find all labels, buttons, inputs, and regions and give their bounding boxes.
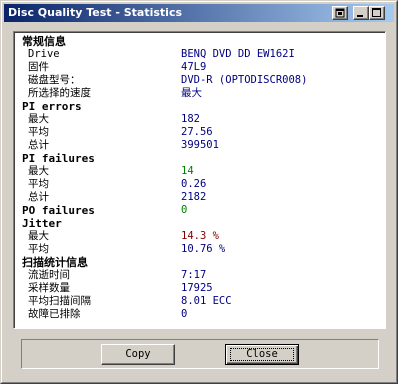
disc-type-label: 磁盘型号： <box>28 74 81 86</box>
pi-failures-total-label: 总计 <box>28 191 49 203</box>
pi-failures-avg-value: 0.26 <box>181 178 207 190</box>
minimize-button[interactable] <box>353 6 369 20</box>
jitter-max-value: 14.3 % <box>181 230 219 242</box>
elapsed-time-label: 流逝时间 <box>28 269 70 281</box>
scan-interval-value: 8.01 ECC <box>181 295 232 307</box>
pi-errors-total-value: 399501 <box>181 139 219 151</box>
faults-cleared-value: 0 <box>181 308 188 320</box>
jitter-avg-value: 10.76 % <box>181 243 226 255</box>
speed-label: 所选择的速度 <box>28 87 91 99</box>
section-general-header: 常规信息 <box>22 35 66 48</box>
section-pi-failures-header: PI failures <box>22 152 95 165</box>
pi-failures-avg-label: 平均 <box>28 178 49 190</box>
title-bar[interactable]: Disc Quality Test - Statistics <box>4 4 394 22</box>
firmware-label: 固件 <box>28 61 49 73</box>
close-button-label: Close <box>246 348 278 360</box>
statistics-panel: 常规信息 Drive BENQ DVD DD EW162I 固件 47L9 磁盘… <box>13 31 386 329</box>
disc-type-value: DVD-R (OPTODISCR008) <box>181 74 308 86</box>
pi-failures-max-label: 最大 <box>28 165 49 177</box>
firmware-value: 47L9 <box>181 61 207 73</box>
jitter-avg-label: 平均 <box>28 243 49 255</box>
close-dialog-button[interactable]: Close <box>225 344 299 365</box>
pi-errors-avg-label: 平均 <box>28 126 49 138</box>
copy-button[interactable]: Copy <box>101 344 175 365</box>
pi-errors-total-label: 总计 <box>28 139 49 151</box>
pi-errors-max-value: 182 <box>181 113 200 125</box>
sample-count-value: 17925 <box>181 282 213 294</box>
sample-count-label: 采样数量 <box>28 282 70 294</box>
section-scan-stats-header: 扫描统计信息 <box>22 256 88 269</box>
statistics-window: Disc Quality Test - Statistics 常规信息 Driv… <box>0 0 398 384</box>
maximize-button[interactable] <box>369 6 385 20</box>
maximize-icon <box>372 8 381 17</box>
drive-value: BENQ DVD DD EW162I <box>181 48 295 60</box>
po-failures-value: 0 <box>181 204 188 216</box>
window-title: Disc Quality Test - Statistics <box>8 6 183 19</box>
pi-errors-avg-value: 27.56 <box>181 126 213 138</box>
restore-button[interactable] <box>332 6 348 20</box>
pi-failures-max-value: 14 <box>181 165 194 177</box>
minimize-icon <box>357 15 363 17</box>
elapsed-time-value: 7:17 <box>181 269 207 281</box>
section-po-failures-header: PO failures <box>22 204 95 217</box>
close-button[interactable] <box>385 6 393 20</box>
section-jitter-header: Jitter <box>22 217 62 230</box>
speed-value: 最大 <box>181 87 202 99</box>
faults-cleared-label: 故障已排除 <box>28 308 81 320</box>
close-icon <box>385 6 393 18</box>
scan-interval-label: 平均扫描间隔 <box>28 295 91 307</box>
pi-failures-total-value: 2182 <box>181 191 207 203</box>
drive-label: Drive <box>28 48 60 60</box>
pi-errors-max-label: 最大 <box>28 113 49 125</box>
restore-icon <box>335 8 345 18</box>
jitter-max-label: 最大 <box>28 230 49 242</box>
button-footer <box>21 339 379 369</box>
section-pi-errors-header: PI errors <box>22 100 82 113</box>
